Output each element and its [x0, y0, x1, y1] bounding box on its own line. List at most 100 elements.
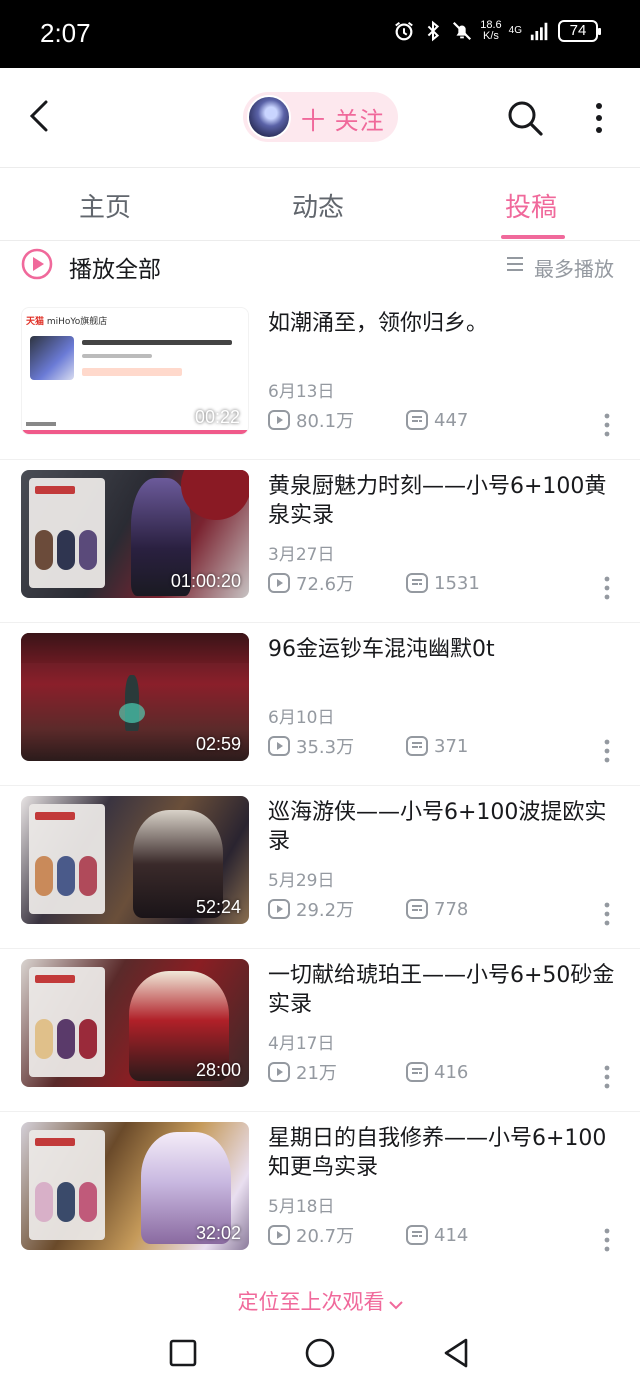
more-vertical-icon[interactable]	[603, 576, 611, 600]
list-item[interactable]: 28:00 一切献给琥珀王——小号6+50砂金实录 4月17日 21万 416	[0, 949, 640, 1112]
tab-dynamics[interactable]: 动态	[292, 187, 344, 224]
list-item[interactable]: 01:00:20 黄泉厨魅力时刻——小号6+100黄泉实录 3月27日 72.6…	[0, 460, 640, 623]
video-title[interactable]: 如潮涌至，领你归乡。	[268, 309, 618, 338]
video-list: 天猫 miHoYo旗舰店 00:22 如潮涌至，领你归乡。 6月13日 80.1…	[0, 297, 640, 1275]
thumb-char-portrait	[35, 530, 53, 570]
thumb-char-portrait	[79, 1182, 97, 1222]
danmaku-icon	[406, 1225, 428, 1245]
danmaku-icon	[406, 736, 428, 756]
thumb-card-title	[35, 975, 75, 983]
video-thumbnail[interactable]: 52:24	[21, 796, 249, 924]
view-count: 21万	[268, 1059, 406, 1085]
thumb-card-title	[35, 486, 75, 494]
more-vertical-icon[interactable]	[588, 100, 610, 136]
video-title[interactable]: 96金运钞车混沌幽默0t	[268, 635, 618, 664]
thumb-effect	[119, 703, 145, 723]
comment-count: 778	[406, 899, 468, 920]
sort-dropdown[interactable]: 最多播放	[534, 253, 614, 282]
back-icon[interactable]	[440, 1336, 474, 1370]
signal-icon	[530, 22, 548, 41]
thumb-character-card	[29, 967, 105, 1077]
list-item[interactable]: 天猫 miHoYo旗舰店 00:22 如潮涌至，领你归乡。 6月13日 80.1…	[0, 297, 640, 460]
thumb-char-portrait	[35, 1019, 53, 1059]
tab-uploads[interactable]: 投稿	[505, 187, 557, 224]
video-thumbnail[interactable]: 28:00	[21, 959, 249, 1087]
comment-count: 371	[406, 736, 468, 757]
view-count: 29.2万	[268, 896, 406, 922]
play-count-icon	[268, 899, 290, 919]
play-all-bar: 播放全部 最多播放	[0, 241, 640, 289]
video-title[interactable]: 星期日的自我修养——小号6+100知更鸟实录	[268, 1124, 618, 1182]
thumb-character-card	[29, 1130, 105, 1240]
comment-count: 416	[406, 1062, 468, 1083]
more-vertical-icon[interactable]	[603, 413, 611, 437]
thumb-char-portrait	[35, 856, 53, 896]
thumb-stage-curtain	[21, 633, 249, 663]
thumb-char-portrait	[57, 1182, 75, 1222]
back-arrow-icon[interactable]	[22, 96, 58, 136]
thumb-progress-bar	[22, 430, 248, 434]
video-stats: 35.3万 371	[268, 733, 468, 759]
play-count-icon	[268, 410, 290, 430]
thumb-card-title	[35, 812, 75, 820]
net-speed: 18.6 K/s	[480, 19, 502, 42]
more-vertical-icon[interactable]	[603, 1228, 611, 1252]
bluetooth-icon	[427, 20, 440, 42]
list-item[interactable]: 52:24 巡海游侠——小号6+100波提欧实录 5月29日 29.2万 778	[0, 786, 640, 949]
video-title[interactable]: 一切献给琥珀王——小号6+50砂金实录	[268, 961, 618, 1019]
system-nav-bar	[0, 1322, 640, 1386]
comment-count: 1531	[406, 573, 480, 594]
play-count-icon	[268, 1225, 290, 1245]
video-duration: 00:22	[194, 407, 240, 427]
video-duration: 28:00	[195, 1060, 241, 1080]
comment-count: 447	[406, 410, 468, 431]
video-duration: 32:02	[195, 1223, 241, 1243]
danmaku-icon	[406, 573, 428, 593]
video-thumbnail[interactable]: 01:00:20	[21, 470, 249, 598]
thumb-char-portrait	[57, 856, 75, 896]
list-item[interactable]: 32:02 星期日的自我修养——小号6+100知更鸟实录 5月18日 20.7万…	[0, 1112, 640, 1275]
status-bar: 2:07 18.6 K/s 4G 74	[0, 0, 640, 68]
tab-home[interactable]: 主页	[79, 187, 131, 224]
view-count: 72.6万	[268, 570, 406, 596]
follow-button[interactable]: 十 关注	[243, 92, 398, 142]
video-stats: 21万 416	[268, 1059, 468, 1085]
danmaku-icon	[406, 899, 428, 919]
video-title[interactable]: 黄泉厨魅力时刻——小号6+100黄泉实录	[268, 472, 618, 530]
avatar[interactable]	[247, 95, 291, 139]
play-count-icon	[268, 573, 290, 593]
recents-icon[interactable]	[166, 1336, 200, 1370]
view-count: 20.7万	[268, 1222, 406, 1248]
status-icons: 18.6 K/s 4G 74	[393, 19, 601, 42]
video-thumbnail[interactable]: 天猫 miHoYo旗舰店 00:22	[21, 307, 249, 435]
video-date: 5月18日	[268, 1197, 335, 1217]
video-date: 3月27日	[268, 545, 335, 565]
video-title[interactable]: 巡海游侠——小号6+100波提欧实录	[268, 798, 618, 856]
relocate-label: 定位至上次观看	[237, 1290, 385, 1314]
thumb-char-portrait	[35, 1182, 53, 1222]
chevron-down-icon	[388, 1300, 403, 1309]
video-date: 6月10日	[268, 708, 335, 728]
video-thumbnail[interactable]: 02:59	[21, 633, 249, 761]
play-count-icon	[268, 736, 290, 756]
more-vertical-icon[interactable]	[603, 739, 611, 763]
video-thumbnail[interactable]: 32:02	[21, 1122, 249, 1250]
video-stats: 72.6万 1531	[268, 570, 480, 596]
top-nav: 十 关注	[0, 68, 640, 168]
video-duration: 52:24	[195, 897, 241, 917]
thumb-char-portrait	[79, 856, 97, 896]
sort-icon[interactable]	[506, 256, 524, 272]
play-all-button[interactable]: 播放全部	[69, 250, 161, 284]
more-vertical-icon[interactable]	[603, 1065, 611, 1089]
battery-icon: 74	[558, 20, 601, 42]
more-vertical-icon[interactable]	[603, 902, 611, 926]
thumb-text-line	[26, 422, 56, 426]
relocate-last-watched-button[interactable]: 定位至上次观看	[0, 1286, 640, 1322]
status-time: 2:07	[40, 18, 91, 48]
search-icon[interactable]	[505, 98, 545, 138]
list-item[interactable]: 02:59 96金运钞车混沌幽默0t 6月10日 35.3万 371	[0, 623, 640, 786]
thumb-text-line	[82, 354, 152, 358]
home-icon[interactable]	[303, 1336, 337, 1370]
play-circle-icon[interactable]	[21, 248, 53, 280]
thumb-char-portrait	[79, 1019, 97, 1059]
